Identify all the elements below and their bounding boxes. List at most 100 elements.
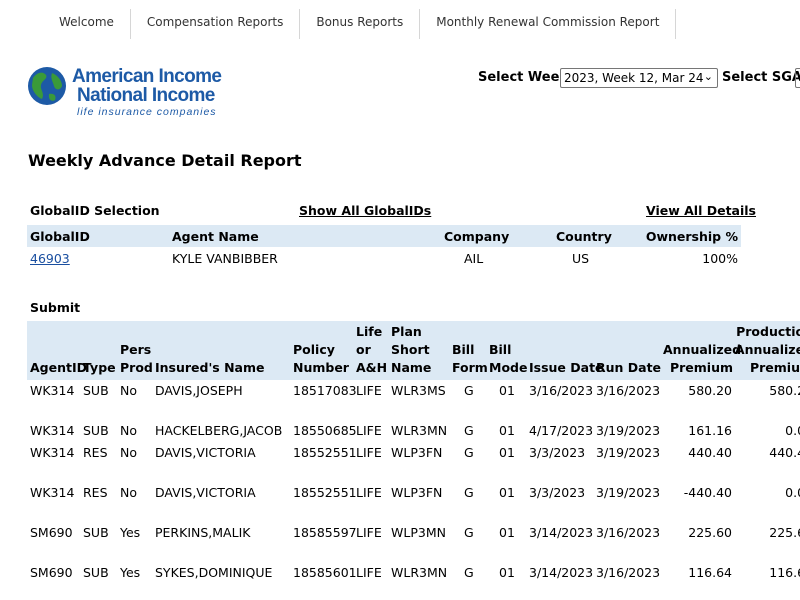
view-all-details-link[interactable]: View All Details bbox=[646, 203, 756, 218]
header-run-date: Run Date bbox=[596, 360, 662, 375]
cell-plan-short-name: WLP3MN bbox=[391, 525, 446, 540]
table-row: SM690 SUB Yes PERKINS,MALIK 18585597 LIFE WLP3… bbox=[27, 523, 800, 543]
cell-bill-form: G bbox=[464, 565, 474, 580]
cell-run-date: 3/19/2023 bbox=[596, 423, 661, 438]
cell-type: RES bbox=[83, 445, 108, 460]
cell-policy-number: 18552551 bbox=[293, 485, 357, 500]
cell-pers-prod: No bbox=[120, 423, 137, 438]
cell-run-date: 3/16/2023 bbox=[596, 565, 661, 580]
cell-annualized-premium: 580.20 bbox=[688, 383, 732, 398]
globalid-link[interactable]: 46903 bbox=[30, 251, 70, 266]
cell-production-annualized-premium: 0.00 bbox=[785, 485, 800, 500]
cell-pers-prod: Yes bbox=[120, 525, 141, 540]
cell-bill-mode: 01 bbox=[499, 565, 515, 580]
cell-policy-number: 18552551 bbox=[293, 445, 357, 460]
select-sga-label: Select SGA: bbox=[722, 70, 800, 85]
cell-bill-form: G bbox=[464, 423, 474, 438]
header-company: Company bbox=[444, 229, 510, 244]
cell-agentid: WK314 bbox=[30, 383, 75, 398]
globalid-table-header: GlobalID Agent Name Company Country Owne… bbox=[27, 225, 741, 247]
cell-agentid: WK314 bbox=[30, 485, 75, 500]
cell-agentid: WK314 bbox=[30, 445, 75, 460]
cell-issue-date: 3/14/2023 bbox=[529, 525, 594, 540]
cell-bill-mode: 01 bbox=[499, 423, 515, 438]
logo-line-2: National Income bbox=[77, 85, 215, 106]
cell-issue-date: 3/3/2023 bbox=[529, 485, 586, 500]
cell-production-annualized-premium: 440.40 bbox=[769, 445, 800, 460]
cell-plan-short-name: WLP3FN bbox=[391, 485, 443, 500]
detail-table-header: AgentID Type Pers Prod Insured's Name Pol… bbox=[27, 321, 800, 380]
cell-policy-number: 18585597 bbox=[293, 525, 357, 540]
cell-type: SUB bbox=[83, 565, 109, 580]
cell-type: SUB bbox=[83, 525, 109, 540]
cell-production-annualized-premium: 0.00 bbox=[785, 423, 800, 438]
cell-insured-name: PERKINS,MALIK bbox=[155, 525, 251, 540]
cell-type: SUB bbox=[83, 423, 109, 438]
tab-bonus-reports[interactable]: Bonus Reports bbox=[300, 9, 421, 39]
cell-agentid: SM690 bbox=[30, 525, 73, 540]
cell-production-annualized-premium: 225.60 bbox=[769, 525, 800, 540]
cell-issue-date: 4/17/2023 bbox=[529, 423, 594, 438]
cell-annualized-premium: 225.60 bbox=[688, 525, 732, 540]
table-row: WK314 RES No DAVIS,VICTORIA 18552551 LIFE WLP3… bbox=[27, 483, 800, 503]
select-sga-dropdown[interactable] bbox=[795, 68, 800, 88]
tab-compensation-reports[interactable]: Compensation Reports bbox=[131, 9, 301, 39]
table-row: SM690 SUB Yes SYKES,DOMINIQUE 18585601 LIFE WL… bbox=[27, 563, 800, 583]
header-pers-prod: Pers Prod bbox=[120, 342, 153, 375]
cell-life-or-ah: LIFE bbox=[356, 485, 382, 500]
cell-pers-prod: No bbox=[120, 383, 137, 398]
cell-bill-mode: 01 bbox=[499, 383, 515, 398]
cell-agentid: WK314 bbox=[30, 423, 75, 438]
cell-life-or-ah: LIFE bbox=[356, 383, 382, 398]
header-insured-name: Insured's Name bbox=[155, 360, 265, 375]
cell-run-date: 3/16/2023 bbox=[596, 525, 661, 540]
globe-logo-icon bbox=[28, 67, 66, 105]
submit-button[interactable]: Submit bbox=[30, 300, 80, 315]
cell-agent-name: KYLE VANBIBBER bbox=[172, 251, 278, 266]
tab-welcome[interactable]: Welcome bbox=[45, 9, 131, 39]
cell-bill-form: G bbox=[464, 485, 474, 500]
cell-life-or-ah: LIFE bbox=[356, 525, 382, 540]
cell-insured-name: DAVIS,VICTORIA bbox=[155, 485, 256, 500]
cell-production-annualized-premium: 580.20 bbox=[769, 383, 800, 398]
tab-monthly-renewal-commission-report[interactable]: Monthly Renewal Commission Report bbox=[420, 9, 677, 39]
cell-issue-date: 3/14/2023 bbox=[529, 565, 594, 580]
cell-pers-prod: Yes bbox=[120, 565, 141, 580]
cell-bill-form: G bbox=[464, 445, 474, 460]
table-row: WK314 SUB No DAVIS,JOSEPH 18517083 LIFE WLR3MS… bbox=[27, 381, 800, 401]
logo-tagline: life insurance companies bbox=[77, 106, 217, 118]
header-bill-form: Bill Form bbox=[452, 342, 488, 375]
header-agent-name: Agent Name bbox=[172, 229, 259, 244]
cell-pers-prod: No bbox=[120, 445, 137, 460]
cell-ownership: 100% bbox=[702, 251, 738, 266]
cell-annualized-premium: 161.16 bbox=[688, 423, 732, 438]
header-globalid: GlobalID bbox=[30, 229, 90, 244]
cell-insured-name: DAVIS,VICTORIA bbox=[155, 445, 256, 460]
cell-issue-date: 3/3/2023 bbox=[529, 445, 586, 460]
header-type: Type bbox=[83, 360, 116, 375]
cell-annualized-premium: 440.40 bbox=[688, 445, 732, 460]
show-all-globalids-link[interactable]: Show All GlobalIDs bbox=[299, 203, 431, 218]
globalid-table-row: 46903 KYLE VANBIBBER AIL US 100% bbox=[27, 247, 741, 269]
company-logo: American Income National Income life ins… bbox=[27, 66, 237, 120]
table-row: WK314 SUB No HACKELBERG,JACOB 18550685 LIFE WL… bbox=[27, 421, 800, 441]
header-issue-date: Issue Date bbox=[529, 360, 604, 375]
select-week-dropdown[interactable]: 2023, Week 12, Mar 24 ⌄ bbox=[560, 68, 718, 88]
cell-insured-name: DAVIS,JOSEPH bbox=[155, 383, 243, 398]
table-row: WK314 RES No DAVIS,VICTORIA 18552551 LIFE WLP3… bbox=[27, 443, 800, 463]
cell-run-date: 3/19/2023 bbox=[596, 445, 661, 460]
cell-plan-short-name: WLR3MN bbox=[391, 565, 448, 580]
cell-policy-number: 18550685 bbox=[293, 423, 357, 438]
cell-agentid: SM690 bbox=[30, 565, 73, 580]
cell-plan-short-name: WLP3FN bbox=[391, 445, 443, 460]
cell-insured-name: SYKES,DOMINIQUE bbox=[155, 565, 273, 580]
select-week-value: 2023, Week 12, Mar 24 bbox=[564, 71, 704, 85]
cell-life-or-ah: LIFE bbox=[356, 445, 382, 460]
page-title: Weekly Advance Detail Report bbox=[28, 151, 302, 170]
cell-bill-form: G bbox=[464, 525, 474, 540]
header-annualized-premium: Annualized Premium bbox=[663, 342, 742, 375]
cell-bill-form: G bbox=[464, 383, 474, 398]
cell-policy-number: 18517083 bbox=[293, 383, 357, 398]
cell-run-date: 3/16/2023 bbox=[596, 383, 661, 398]
cell-annualized-premium: -440.40 bbox=[683, 485, 732, 500]
